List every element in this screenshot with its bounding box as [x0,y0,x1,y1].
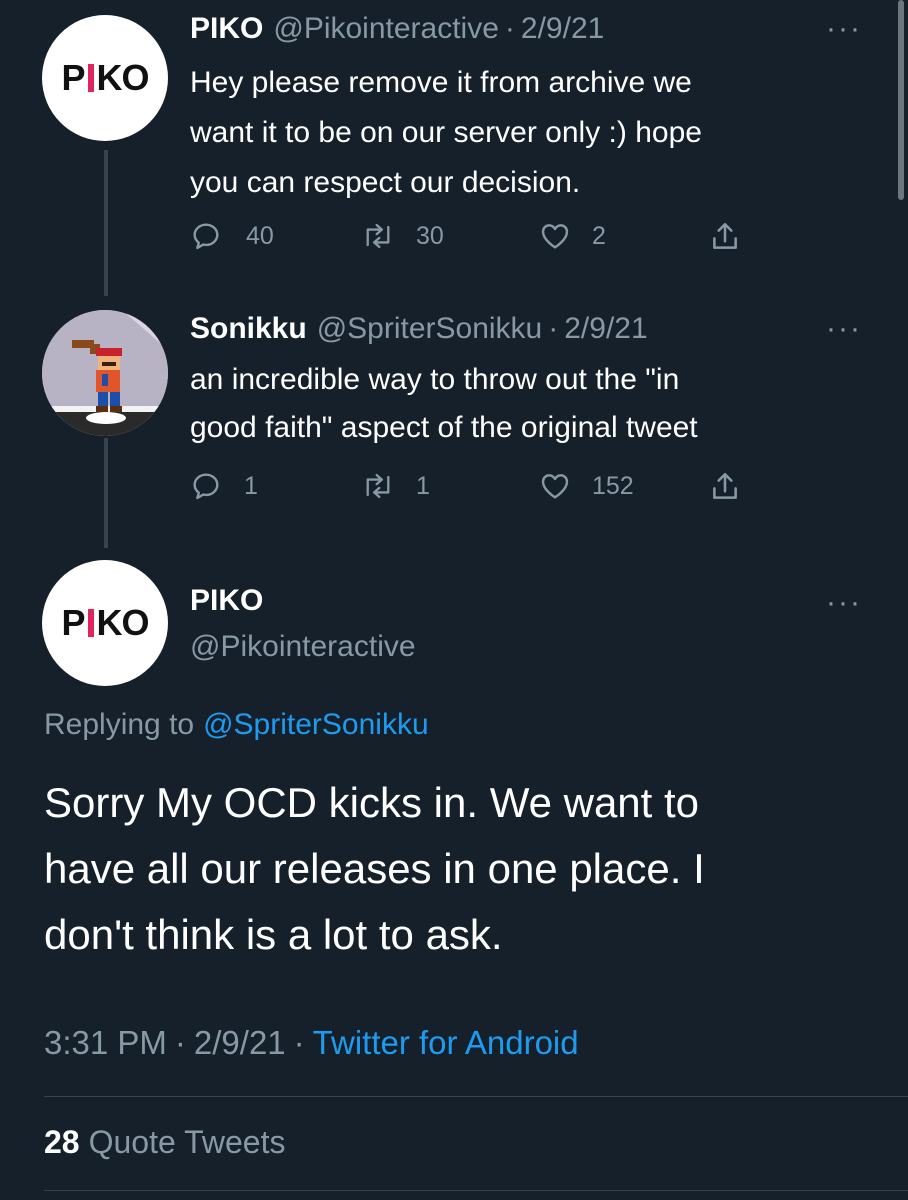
display-name[interactable]: Sonikku [190,312,307,346]
like-icon [538,470,572,502]
avatar[interactable]: P KO [42,560,168,686]
retweet-icon [360,220,396,252]
quote-count: 28 [44,1124,80,1160]
share-icon [708,220,742,254]
separator: · [548,312,559,345]
share-button[interactable] [708,470,742,504]
like-count: 152 [592,471,634,500]
more-icon[interactable]: ··· [826,588,862,618]
replying-prefix: Replying to [44,708,195,741]
separator: · [504,12,515,45]
like-button[interactable]: 152 [538,470,634,502]
tweet-date[interactable]: 2/9/21 [521,12,604,46]
divider [44,1190,908,1191]
share-button[interactable] [708,220,742,254]
text-line: Sorry My OCD kicks in. We want to [44,779,700,826]
retweet-count: 1 [416,471,430,500]
retweet-icon [360,470,396,502]
reply-icon [190,470,222,502]
handle[interactable]: @Pikointeractive [190,630,416,664]
reply-icon [190,220,222,252]
handle[interactable]: @SpriterSonikku [317,312,543,346]
like-count: 2 [592,221,606,250]
logo-accent-bar [87,64,94,92]
like-icon [538,220,572,252]
tweet-date[interactable]: 2/9/21 [194,1024,286,1062]
tweet-text: an incredible way to throw out the "in g… [190,356,698,452]
handle[interactable]: @Pikointeractive [273,12,499,46]
avatar[interactable]: P KO [42,15,168,141]
share-icon [708,470,742,504]
thread-line [104,438,108,548]
sprite-avatar-image [42,310,168,436]
text-line: you can respect our decision. [190,166,581,199]
tweet-header: PIKO @Pikointeractive · 2/9/21 [190,12,604,46]
reply-button[interactable]: 1 [190,470,258,502]
separator: · [174,1024,186,1061]
tweet-header: Sonikku @SpriterSonikku · 2/9/21 [190,312,648,346]
thread-line [104,150,108,296]
replying-to-handle[interactable]: @SpriterSonikku [203,708,429,742]
replying-to: Replying to @SpriterSonikku [44,708,429,742]
text-line: Hey please remove it from archive we [190,66,692,99]
retweet-button[interactable]: 1 [360,470,430,502]
tweet-date[interactable]: 2/9/21 [564,312,647,346]
tweet-metadata: 3:31 PM · 2/9/21 · Twitter for Android [44,1024,579,1062]
main-tweet-text: Sorry My OCD kicks in. We want to have a… [44,770,705,968]
piko-logo: P KO [61,602,150,644]
more-icon[interactable]: ··· [826,314,862,344]
tweet-time[interactable]: 3:31 PM [44,1024,167,1062]
logo-letters: KO [96,602,150,643]
reply-count: 40 [246,221,274,250]
reply-count: 1 [244,471,258,500]
retweet-count: 30 [416,221,444,250]
scrollbar[interactable] [898,0,904,200]
text-line: want it to be on our server only :) hope [190,116,702,149]
separator: · [293,1024,305,1061]
reply-button[interactable]: 40 [190,220,274,252]
logo-accent-bar [87,609,94,637]
quote-tweets-link[interactable]: 28 Quote Tweets [44,1124,285,1161]
quote-label: Quote Tweets [88,1124,286,1160]
retweet-button[interactable]: 30 [360,220,444,252]
tweet-source[interactable]: Twitter for Android [313,1024,579,1062]
text-line: an incredible way to throw out the "in [190,363,680,396]
tweet-text: Hey please remove it from archive we wan… [190,58,702,208]
logo-letter: P [61,602,85,643]
text-line: have all our releases in one place. I [44,845,705,892]
text-line: good faith" aspect of the original tweet [190,411,698,444]
text-line: don't think is a lot to ask. [44,911,503,958]
piko-logo: P KO [61,57,150,99]
avatar[interactable] [42,310,168,436]
display-name[interactable]: PIKO [190,12,263,46]
more-icon[interactable]: ··· [826,14,862,44]
like-button[interactable]: 2 [538,220,606,252]
display-name[interactable]: PIKO [190,584,263,618]
logo-letters: KO [96,57,150,98]
logo-letter: P [61,57,85,98]
divider [44,1096,908,1097]
